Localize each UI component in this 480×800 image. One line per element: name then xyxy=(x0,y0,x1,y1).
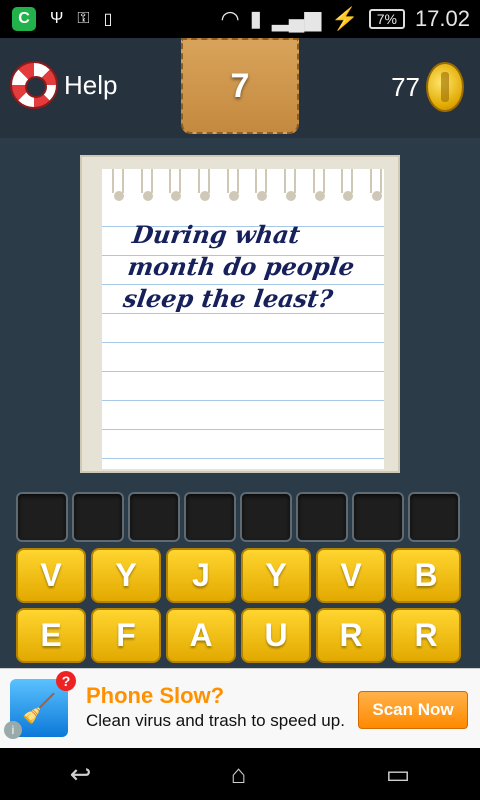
ad-banner[interactable]: 🧹 ? Phone Slow? Clean virus and trash to… xyxy=(0,668,480,749)
letter-key[interactable]: F xyxy=(91,608,161,663)
home-icon[interactable]: ⌂ xyxy=(231,759,247,790)
status-bar: C Ψ ⚿ ▯ ◠ ▮ ▂▄▆ ⚡ 7% 17.02 xyxy=(0,0,480,38)
notification-badge: ? xyxy=(56,671,76,691)
scan-now-button[interactable]: Scan Now xyxy=(358,691,468,729)
coin-balance[interactable]: 77 xyxy=(391,62,464,112)
lifebuoy-icon xyxy=(10,61,58,109)
info-icon[interactable]: i xyxy=(4,721,22,739)
letter-key[interactable]: E xyxy=(16,608,86,663)
question-text: During what month do people sleep the le… xyxy=(121,220,357,313)
letter-key[interactable]: V xyxy=(316,548,386,603)
answer-slot[interactable] xyxy=(184,492,236,542)
back-icon[interactable]: ↩ xyxy=(70,759,92,790)
usb-icon: Ψ xyxy=(50,10,64,27)
clock: 17.02 xyxy=(414,6,470,31)
answer-slot[interactable] xyxy=(240,492,292,542)
ad-title: Phone Slow? xyxy=(86,683,225,708)
level-number: 7 xyxy=(230,66,250,105)
help-label: Help xyxy=(64,69,118,100)
game-header: Help 7 77 xyxy=(0,38,480,138)
help-button[interactable]: Help xyxy=(10,61,117,109)
letter-key[interactable]: U xyxy=(241,608,311,663)
letter-key[interactable]: V xyxy=(16,548,86,603)
letter-key[interactable]: R xyxy=(316,608,386,663)
letter-key[interactable]: A xyxy=(166,608,236,663)
battery-indicator: 7% xyxy=(368,9,405,29)
game-board: During what month do people sleep the le… xyxy=(0,138,480,678)
letter-key[interactable]: B xyxy=(391,548,461,603)
question-card: During what month do people sleep the le… xyxy=(80,155,400,473)
coin-icon xyxy=(426,62,464,112)
answer-slot[interactable] xyxy=(72,492,124,542)
answer-slots xyxy=(16,492,464,542)
wifi-icon: ◠ xyxy=(220,6,240,31)
letter-key[interactable]: Y xyxy=(241,548,311,603)
system-nav-bar: ↩ ⌂ ▭ xyxy=(0,748,480,800)
coin-count: 77 xyxy=(391,71,420,102)
letter-keyboard: V Y J Y V B E F A U R R xyxy=(16,548,464,663)
level-indicator: 7 xyxy=(181,38,299,134)
app-shield-icon: C xyxy=(12,7,36,31)
signal-icon: ▂▄▆ xyxy=(271,6,322,31)
phone-icon: ▯ xyxy=(103,11,113,28)
sim-icon: ▮ xyxy=(249,6,262,31)
letter-key[interactable]: J xyxy=(166,548,236,603)
recent-apps-icon[interactable]: ▭ xyxy=(386,759,411,790)
answer-slot[interactable] xyxy=(408,492,460,542)
key-icon: ⚿ xyxy=(77,10,90,27)
answer-slot[interactable] xyxy=(16,492,68,542)
notepad: During what month do people sleep the le… xyxy=(102,169,384,469)
answer-slot[interactable] xyxy=(352,492,404,542)
charging-icon: ⚡ xyxy=(331,6,359,31)
letter-key[interactable]: Y xyxy=(91,548,161,603)
answer-slot[interactable] xyxy=(128,492,180,542)
ad-subtitle: Clean virus and trash to speed up. xyxy=(86,711,345,730)
answer-slot[interactable] xyxy=(296,492,348,542)
notepad-rings xyxy=(112,169,382,201)
letter-key[interactable]: R xyxy=(391,608,461,663)
